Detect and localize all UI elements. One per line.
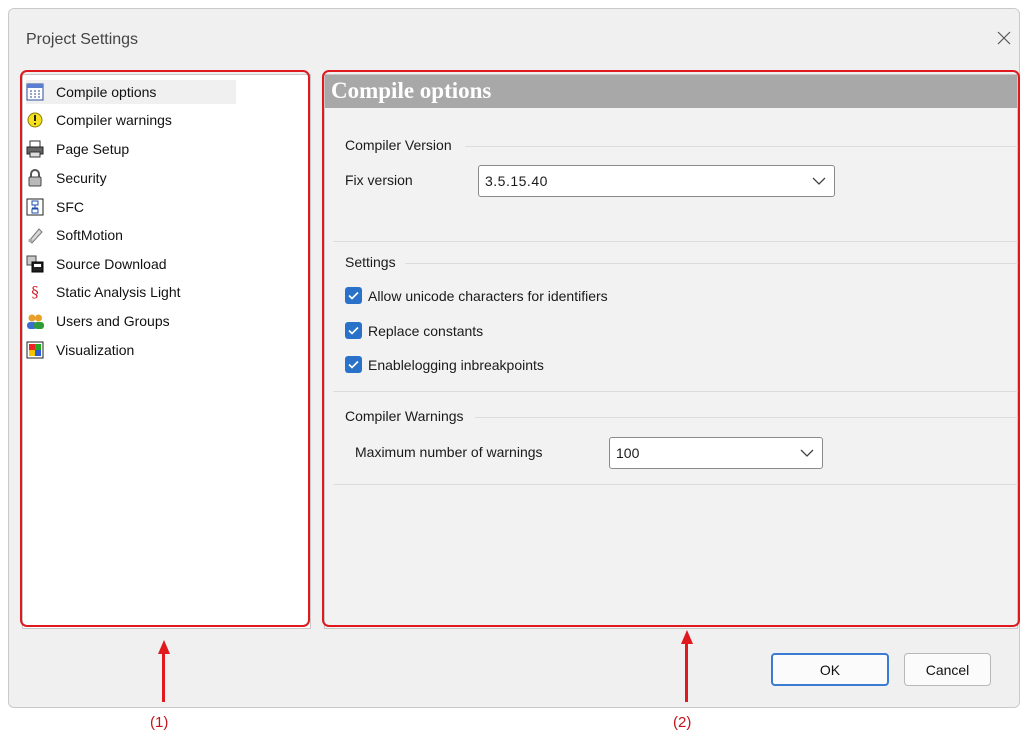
close-button[interactable] xyxy=(989,23,1019,53)
cancel-button[interactable]: Cancel xyxy=(904,653,991,686)
annotation-box-2 xyxy=(322,70,1020,627)
close-icon xyxy=(997,31,1011,45)
annotation-arrow-1-shaft xyxy=(162,652,165,702)
dialog-title: Project Settings xyxy=(26,31,139,48)
ok-button[interactable]: OK xyxy=(771,653,889,686)
title-bar: Project Settings xyxy=(9,9,1019,57)
annotation-arrow-2-shaft xyxy=(685,642,688,702)
annotation-label-2: (2) xyxy=(673,714,692,731)
annotation-label-1: (1) xyxy=(150,714,169,731)
annotation-box-1 xyxy=(20,70,310,627)
